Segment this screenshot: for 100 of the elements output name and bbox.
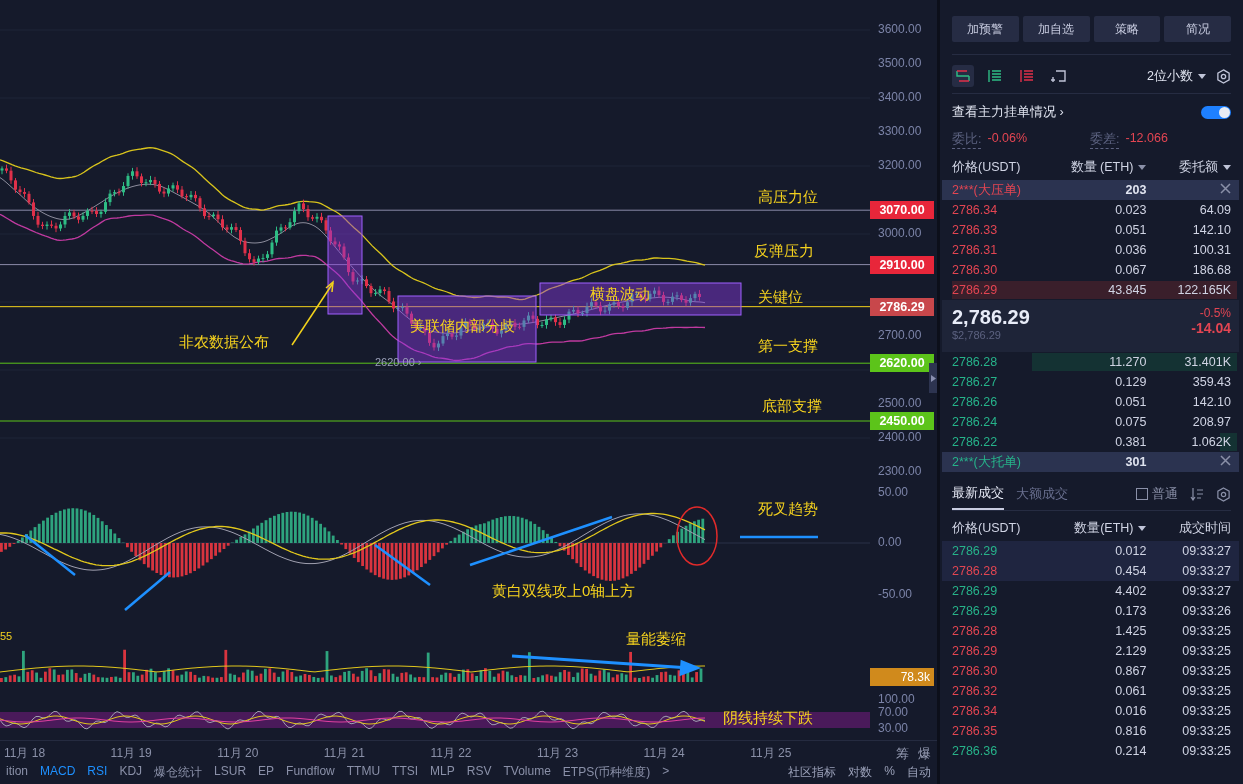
settings-icon[interactable] bbox=[1216, 486, 1231, 502]
column-header[interactable]: 数量(ETH) bbox=[1061, 519, 1147, 537]
trade-time: 09:33:25 bbox=[1181, 724, 1231, 738]
bid-amount: 0.051 bbox=[1114, 395, 1147, 409]
column-header[interactable]: 数量 (ETH) bbox=[1061, 158, 1147, 176]
bid-total: 208.97 bbox=[1191, 415, 1231, 429]
settings-icon[interactable] bbox=[1216, 68, 1231, 84]
trade-price: 2786.32 bbox=[952, 684, 999, 698]
close-icon[interactable] bbox=[1220, 183, 1231, 194]
level-label: 反弹压力 bbox=[754, 242, 814, 261]
action-button[interactable]: 简况 bbox=[1164, 16, 1231, 42]
price-axis-label: 2500.00 bbox=[878, 396, 922, 410]
indicator-tab[interactable]: TTSI bbox=[392, 764, 419, 781]
date-axis-label: 11月 18 bbox=[4, 745, 46, 762]
trade-time: 09:33:27 bbox=[1181, 564, 1231, 578]
bid-total: 359.43 bbox=[1191, 375, 1231, 389]
macd-axis-label: 50.00 bbox=[878, 485, 909, 499]
bid-total: 31.401K bbox=[1183, 355, 1231, 369]
bid-total: 1.062K bbox=[1190, 435, 1231, 449]
collapse-handle[interactable] bbox=[929, 363, 937, 393]
bid-price: 2786.22 bbox=[952, 435, 999, 449]
trade-time: 09:33:25 bbox=[1181, 744, 1231, 758]
close-icon[interactable] bbox=[1220, 455, 1231, 466]
ask-amount: 43.845 bbox=[1107, 283, 1147, 297]
indicator-tab[interactable]: TVolume bbox=[503, 764, 551, 781]
price-axis-label: 3400.00 bbox=[878, 90, 922, 104]
indicator-tab[interactable]: KDJ bbox=[119, 764, 143, 781]
indicator-tab[interactable]: EP bbox=[258, 764, 275, 781]
price-tag: 2450.00 bbox=[870, 412, 934, 430]
trade-price: 2786.35 bbox=[952, 724, 999, 738]
price-tag: 3070.00 bbox=[870, 201, 934, 220]
indicator-tool[interactable]: 社区指标 bbox=[788, 764, 837, 781]
price-axis-label: 3300.00 bbox=[878, 124, 922, 138]
level-label: 第一支撑 bbox=[758, 337, 818, 356]
ask-amount: 0.051 bbox=[1114, 223, 1147, 237]
side-label[interactable]: 筹 bbox=[896, 745, 909, 763]
column-header: 成交时间 bbox=[1178, 519, 1231, 537]
bid-price: 2786.24 bbox=[952, 415, 999, 429]
trade-time: 09:33:25 bbox=[1181, 624, 1231, 638]
price-tag: 2910.00 bbox=[870, 255, 934, 274]
chart-annotation: 量能萎缩 bbox=[626, 630, 686, 649]
indicator-tab[interactable]: TTMU bbox=[346, 764, 381, 781]
level-label: 底部支撑 bbox=[762, 397, 822, 416]
main-orders-link[interactable]: 查看主力挂单情况 › bbox=[952, 103, 1064, 121]
ask-amount: 0.036 bbox=[1114, 243, 1147, 257]
chart-annotation: 黄白双线攻上0轴上方 bbox=[492, 582, 636, 601]
indicator-tab[interactable]: > bbox=[662, 764, 670, 781]
bid-amount: 0.129 bbox=[1114, 375, 1147, 389]
side-label[interactable]: 爆 bbox=[918, 745, 931, 763]
arrow bbox=[291, 280, 334, 346]
price-axis-label: 2300.00 bbox=[878, 464, 922, 478]
checkbox-label[interactable]: 普通 bbox=[1152, 485, 1178, 503]
last-price-usd: $2,786.29 bbox=[952, 329, 1002, 341]
checkbox[interactable] bbox=[1136, 488, 1148, 500]
date-axis-label: 11月 24 bbox=[643, 745, 685, 762]
indicator-tab[interactable]: RSI bbox=[87, 764, 108, 781]
action-button[interactable]: 加预警 bbox=[952, 16, 1019, 42]
book-view-icon[interactable] bbox=[952, 65, 974, 87]
indicator-tab[interactable]: MLP bbox=[430, 764, 455, 781]
trades-tab[interactable]: 最新成交 bbox=[952, 478, 1004, 510]
trade-amount: 2.129 bbox=[1114, 644, 1147, 658]
indicator-tab[interactable]: MACD bbox=[40, 764, 76, 781]
action-button[interactable]: 加自选 bbox=[1022, 16, 1090, 42]
change-percent: -0.5% bbox=[1199, 306, 1231, 320]
action-button[interactable]: 策略 bbox=[1093, 16, 1161, 42]
indicator-tab[interactable]: ETPS(币种维度) bbox=[562, 764, 651, 781]
ask-total: 122.165K bbox=[1176, 283, 1231, 297]
trade-amount: 0.816 bbox=[1114, 724, 1147, 738]
trade-amount: 0.214 bbox=[1114, 744, 1147, 758]
date-axis-label: 11月 20 bbox=[217, 745, 259, 762]
trade-amount: 0.867 bbox=[1114, 664, 1147, 678]
diff-value: -12.066 bbox=[1125, 131, 1168, 147]
sort-icon[interactable] bbox=[1190, 487, 1204, 501]
ratio-label: 委比: bbox=[952, 131, 982, 149]
column-header[interactable]: 委托额 bbox=[1146, 158, 1231, 176]
precision-dropdown[interactable]: 2位小数 bbox=[1147, 67, 1206, 85]
change-value: -14.04 bbox=[1191, 320, 1231, 336]
trades-tab[interactable]: 大额成交 bbox=[1016, 479, 1068, 509]
caret-icon bbox=[1138, 525, 1147, 531]
column-header: 价格(USDT) bbox=[952, 158, 1022, 176]
price-axis-label: 3000.00 bbox=[878, 226, 922, 240]
main-orders-toggle[interactable] bbox=[1201, 105, 1231, 119]
trade-price: 2786.28 bbox=[952, 624, 999, 638]
bid-price: 2786.28 bbox=[952, 355, 999, 369]
trade-price: 2786.29 bbox=[952, 604, 999, 618]
big-order-count: 301 bbox=[1124, 455, 1147, 469]
trade-time: 09:33:26 bbox=[1181, 604, 1231, 618]
indicator-tab[interactable]: RSV bbox=[466, 764, 492, 781]
indicator-tab[interactable]: ition bbox=[6, 764, 28, 781]
indicator-tab[interactable]: LSUR bbox=[214, 764, 247, 781]
chart-annotation: 横盘波动 bbox=[590, 285, 650, 304]
trade-time: 09:33:25 bbox=[1181, 644, 1231, 658]
indicator-tool[interactable]: % bbox=[884, 764, 895, 781]
indicator-tab[interactable]: 爆仓统计 bbox=[154, 764, 203, 781]
indicator-tool[interactable]: 对数 bbox=[848, 764, 873, 781]
last-price: 2,786.29 bbox=[952, 306, 1030, 329]
trade-price: 2786.30 bbox=[952, 664, 999, 678]
indicator-tab[interactable]: Fundflow bbox=[286, 764, 335, 781]
trade-price: 2786.29 bbox=[952, 584, 999, 598]
indicator-tool[interactable]: 自动 bbox=[907, 764, 931, 781]
